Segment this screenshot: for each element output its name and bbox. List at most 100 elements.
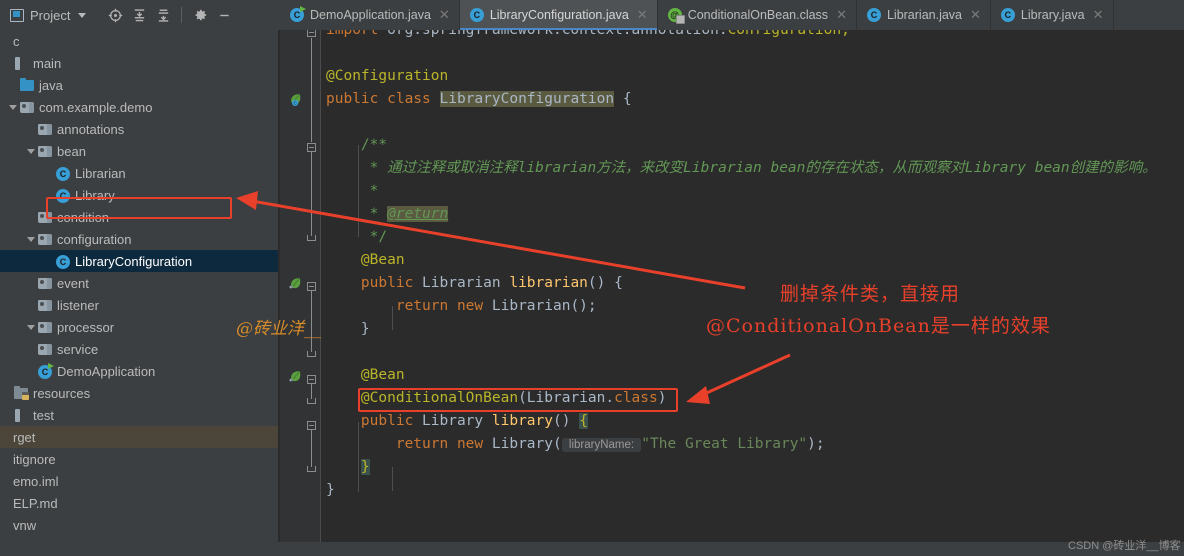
java-class-icon: C xyxy=(1000,8,1015,22)
spring-bean-gutter-icon[interactable] xyxy=(288,369,303,384)
tree-item-rget[interactable]: rget xyxy=(0,426,278,448)
code-token: @Bean xyxy=(326,252,405,268)
code-line[interactable] xyxy=(321,111,1184,134)
annotation-class-file-icon: @ xyxy=(667,8,685,24)
spring-bean-gutter-icon[interactable]: C xyxy=(288,92,303,107)
fold-marker[interactable] xyxy=(307,282,316,291)
settings-gear-icon[interactable] xyxy=(189,4,211,26)
code-token: public xyxy=(326,413,423,429)
code-token: Library( xyxy=(491,436,562,452)
tree-item-demoapplication[interactable]: C DemoApplication xyxy=(0,360,278,382)
tree-item-service[interactable]: service xyxy=(0,338,278,360)
code-line[interactable]: @Configuration xyxy=(321,65,1184,88)
spring-bean-gutter-icon[interactable] xyxy=(288,276,303,291)
fold-region-line xyxy=(311,38,312,142)
package-icon xyxy=(37,342,53,356)
tree-item-event[interactable]: event xyxy=(0,272,278,294)
collapse-all-icon[interactable] xyxy=(152,4,174,26)
project-tree[interactable]: c main java com.example.demo annotations bean… xyxy=(0,30,278,556)
code-line[interactable]: } xyxy=(321,456,1184,479)
chevron-down-icon[interactable] xyxy=(6,104,19,110)
source-code[interactable]: import org.springframework.context.annot… xyxy=(321,30,1184,545)
close-icon[interactable]: ✕ xyxy=(637,9,648,22)
close-icon[interactable]: ✕ xyxy=(836,9,847,22)
code-line[interactable]: * @return xyxy=(321,203,1184,226)
chevron-down-icon[interactable] xyxy=(24,236,37,242)
tree-item-configuration[interactable]: configuration xyxy=(0,228,278,250)
locate-icon[interactable] xyxy=(104,4,126,26)
tree-item-label: listener xyxy=(57,297,99,313)
close-icon[interactable]: ✕ xyxy=(1093,9,1104,22)
chevron-down-icon[interactable] xyxy=(24,324,37,330)
close-icon[interactable]: ✕ xyxy=(439,9,450,22)
code-line[interactable]: } xyxy=(321,479,1184,502)
editor-tab-demoapplication[interactable]: C DemoApplication.java ✕ xyxy=(280,0,460,30)
code-line[interactable]: */ xyxy=(321,226,1184,249)
close-icon[interactable]: ✕ xyxy=(970,9,981,22)
tree-item-listener[interactable]: listener xyxy=(0,294,278,316)
code-token: library xyxy=(491,413,553,429)
code-line[interactable] xyxy=(321,341,1184,364)
code-line[interactable]: public Library library() { xyxy=(321,410,1184,433)
code-token: libraryName: xyxy=(561,438,642,452)
code-token: /** xyxy=(326,137,388,153)
code-line[interactable]: /** xyxy=(321,134,1184,157)
editor-gutter[interactable]: C xyxy=(280,30,320,556)
code-token: @Bean xyxy=(326,367,405,383)
tree-item-main[interactable]: main xyxy=(0,52,278,74)
idea-window: Project C DemoApplication.java ✕ C Libra… xyxy=(0,0,1184,556)
editor-tab-library[interactable]: C Library.java ✕ xyxy=(991,0,1114,30)
code-line[interactable]: return new Library( libraryName: "The Gr… xyxy=(321,433,1184,456)
tree-item-c[interactable]: c xyxy=(0,30,278,52)
tree-item-librarian[interactable]: C Librarian xyxy=(0,162,278,184)
code-line[interactable]: public Librarian librarian() { xyxy=(321,272,1184,295)
code-line[interactable]: @ConditionalOnBean(Librarian.class) xyxy=(321,387,1184,410)
tree-item-label: c xyxy=(13,33,20,49)
code-line[interactable]: public class LibraryConfiguration { xyxy=(321,88,1184,111)
code-line[interactable] xyxy=(321,42,1184,65)
tree-item-libraryconfiguration[interactable]: C LibraryConfiguration xyxy=(0,250,278,272)
tree-item-itignore[interactable]: itignore xyxy=(0,448,278,470)
module-marker-icon xyxy=(13,56,29,70)
hide-toolwindow-icon[interactable] xyxy=(213,4,235,26)
code-line[interactable]: @Bean xyxy=(321,364,1184,387)
fold-marker[interactable] xyxy=(307,421,316,430)
tree-item-emo-iml[interactable]: emo.iml xyxy=(0,470,278,492)
fold-marker[interactable] xyxy=(307,30,316,37)
editor-tab-conditionalonbean[interactable]: @ ConditionalOnBean.class ✕ xyxy=(658,0,857,30)
tree-item-com-example-demo[interactable]: com.example.demo xyxy=(0,96,278,118)
code-line[interactable]: @Bean xyxy=(321,249,1184,272)
java-class-icon: C xyxy=(55,188,71,203)
tree-item-resources[interactable]: resources xyxy=(0,382,278,404)
code-line[interactable]: import org.springframework.context.annot… xyxy=(321,30,1184,42)
fold-marker[interactable] xyxy=(307,375,316,384)
tree-item-java[interactable]: java xyxy=(0,74,278,96)
project-toolwindow-dropdown[interactable]: Project xyxy=(0,2,92,28)
editor-tab-label: Librarian.java xyxy=(886,8,963,22)
editor-tab-librarian[interactable]: C Librarian.java ✕ xyxy=(857,0,991,30)
code-token: public xyxy=(326,275,423,291)
annotation-note-line2: @ConditionalOnBean是一样的效果 xyxy=(706,315,1051,337)
tree-item-vnw[interactable]: vnw xyxy=(0,514,278,536)
code-token: { xyxy=(579,413,588,429)
editor-tab-libraryconfiguration[interactable]: C LibraryConfiguration.java ✕ xyxy=(459,0,658,30)
expand-all-icon[interactable] xyxy=(128,4,150,26)
tree-item-elp-md[interactable]: ELP.md xyxy=(0,492,278,514)
svg-text:C: C xyxy=(294,100,297,105)
package-icon xyxy=(37,276,53,290)
tree-item-label: emo.iml xyxy=(13,473,59,489)
package-icon xyxy=(37,232,53,246)
fold-marker[interactable] xyxy=(307,143,316,152)
csdn-watermark: CSDN @砖业洋__博客 xyxy=(1068,540,1181,552)
tree-item-bean[interactable]: bean xyxy=(0,140,278,162)
tree-item-annotations[interactable]: annotations xyxy=(0,118,278,140)
tree-item-condition[interactable]: condition xyxy=(0,206,278,228)
tree-item-library[interactable]: C Library xyxy=(0,184,278,206)
code-line[interactable]: * 通过注释或取消注释librarian方法，来改变Librarian bean… xyxy=(321,157,1184,180)
code-editor[interactable]: C import org.springframework.context.ann… xyxy=(280,30,1184,556)
tree-item-test[interactable]: test xyxy=(0,404,278,426)
chevron-down-icon[interactable] xyxy=(24,148,37,154)
code-token: } xyxy=(360,459,370,475)
code-line[interactable]: * xyxy=(321,180,1184,203)
code-token: librarian xyxy=(509,275,588,291)
